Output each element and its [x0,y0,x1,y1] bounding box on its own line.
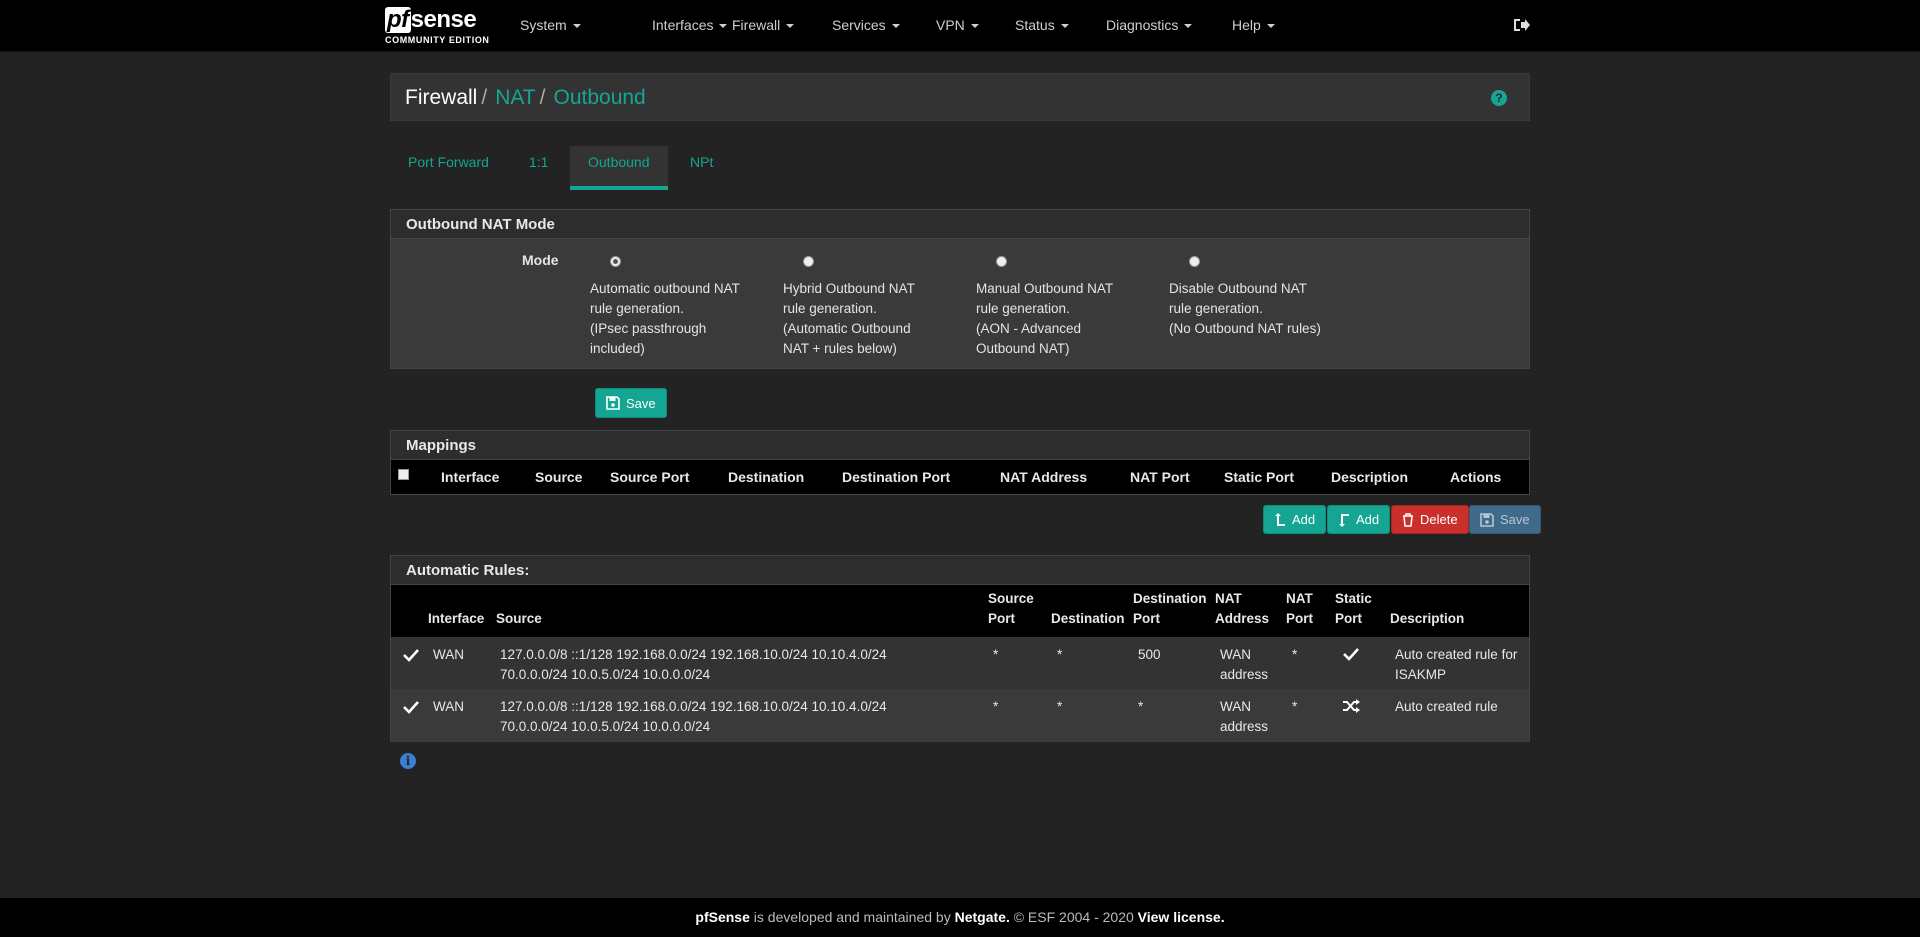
table-row: WAN 127.0.0.0/8 ::1/128 192.168.0.0/24 1… [391,637,1529,689]
col-nat-address[interactable]: NAT Address [1000,469,1087,485]
auto-rules-header-row: Interface Source Source Port Destination … [391,585,1529,637]
caret-down-icon [891,24,900,29]
menu-status[interactable]: Status [1015,17,1069,33]
col-description[interactable]: Description [1331,469,1408,485]
help-icon[interactable]: ? [1491,90,1507,106]
arrow-up-icon [1275,512,1285,526]
caret-down-icon [970,24,979,29]
menu-vpn[interactable]: VPN [936,17,979,33]
mode-save-button[interactable]: Save [595,388,667,418]
panel-title: Outbound NAT Mode [391,210,1529,239]
col-interface: Interface [428,611,485,626]
view-license-link[interactable]: View license. [1138,909,1225,925]
add-top-button[interactable]: Add [1263,505,1327,534]
save-icon [606,396,620,410]
col-destination[interactable]: Destination [728,469,804,485]
mappings-header-row: Interface Source Source Port Destination… [391,460,1529,494]
mode-radio-hybrid[interactable] [803,256,814,267]
breadcrumb-firewall: Firewall [405,86,478,109]
col-destination: Destination [1051,611,1125,626]
col-nat-port[interactable]: NAT Port [1130,469,1190,485]
menu-interfaces[interactable]: Interfaces [652,17,728,33]
caret-down-icon [1184,24,1193,29]
tab-outbound[interactable]: Outbound [570,146,668,190]
menu-services[interactable]: Services [832,17,900,33]
menu-system[interactable]: System [520,17,581,33]
caret-down-icon [719,24,728,29]
trash-icon [1403,512,1413,527]
check-icon [1343,648,1359,661]
caret-down-icon [1266,24,1275,29]
col-source-port[interactable]: Source Port [610,469,689,485]
netgate-link[interactable]: Netgate. [955,909,1010,925]
footer: pfSense is developed and maintained by N… [0,898,1920,937]
add-bottom-button[interactable]: Add [1327,505,1391,534]
mappings-panel: Mappings Interface Source Source Port De… [390,430,1530,495]
tab-one-to-one[interactable]: 1:1 [511,146,566,190]
check-icon [403,649,419,662]
info-icon[interactable]: i [400,753,416,769]
col-destination-port: Destination Port [1133,591,1207,626]
mode-text-manual: Manual Outbound NAT rule generation. (AON … [976,281,1114,356]
col-static-port: Static Port [1335,591,1372,626]
mode-label: Mode [522,252,559,268]
breadcrumb-nat[interactable]: NAT [495,86,535,109]
menu-help[interactable]: Help [1232,17,1275,33]
top-navbar: pfsense COMMUNITY EDITION System Interfa… [0,0,1920,52]
panel-title: Automatic Rules: [391,556,1529,585]
breadcrumb-outbound[interactable]: Outbound [553,86,645,109]
col-source-port: Source Port [988,591,1034,626]
mode-radio-automatic[interactable] [610,256,621,267]
breadcrumb-bar: Firewall / NAT / Outbound ? [390,73,1530,121]
automatic-rules-panel: Automatic Rules: Interface Source Source… [390,555,1530,742]
tab-port-forward[interactable]: Port Forward [390,146,507,190]
delete-button[interactable]: Delete [1391,505,1469,534]
col-static-port[interactable]: Static Port [1224,469,1294,485]
mode-text-automatic: Automatic outbound NAT rule generation. (I… [590,281,740,356]
breadcrumb: Firewall / NAT / Outbound [405,86,646,109]
menu-firewall[interactable]: Firewall [732,17,795,33]
logout-icon[interactable] [1512,16,1530,34]
col-nat-port: NAT Port [1286,591,1313,626]
col-actions: Actions [1450,469,1502,485]
col-interface[interactable]: Interface [441,469,499,485]
mode-radio-disable[interactable] [1189,256,1200,267]
col-source: Source [496,611,542,626]
table-row: WAN 127.0.0.0/8 ::1/128 192.168.0.0/24 1… [391,689,1529,742]
shuffle-icon [1343,699,1360,713]
caret-down-icon [786,24,795,29]
col-source[interactable]: Source [535,469,582,485]
select-all-checkbox[interactable] [398,469,409,480]
menu-diagnostics[interactable]: Diagnostics [1106,17,1193,33]
caret-down-icon [572,24,581,29]
col-nat-address: NAT Address [1215,591,1270,626]
mode-text-disable: Disable Outbound NAT rule generation. (No … [1169,281,1321,336]
save-icon [1480,512,1494,527]
col-destination-port[interactable]: Destination Port [842,469,950,485]
caret-down-icon [1060,24,1069,29]
pfsense-logo[interactable]: pfsense COMMUNITY EDITION [385,7,495,47]
check-icon [403,701,419,714]
panel-title: Mappings [391,431,1529,460]
mappings-save-button[interactable]: Save [1469,505,1541,534]
tab-npt[interactable]: NPt [672,146,731,190]
mode-radio-manual[interactable] [996,256,1007,267]
col-description: Description [1390,611,1465,626]
outbound-nat-mode-panel: Outbound NAT Mode [390,209,1530,369]
mode-text-hybrid: Hybrid Outbound NAT rule generation. (Auto… [783,281,915,356]
arrow-down-icon [1339,513,1349,527]
